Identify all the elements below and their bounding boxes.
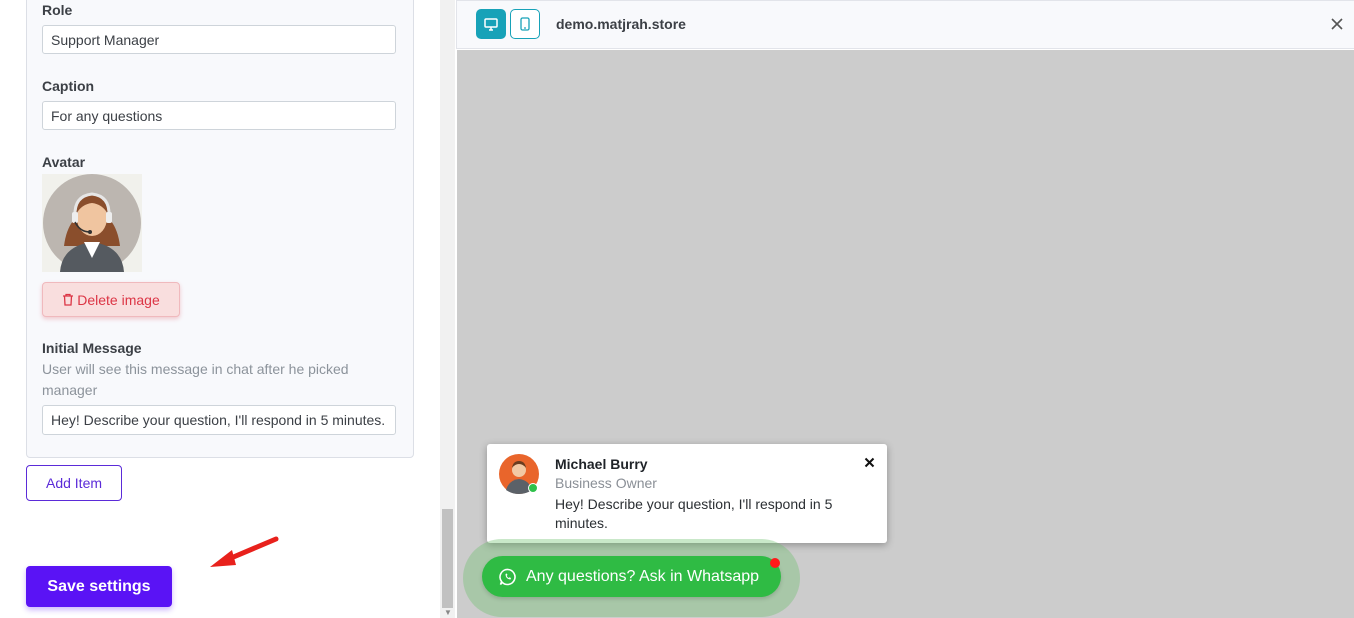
scrollbar-thumb[interactable] <box>442 509 453 608</box>
caption-input[interactable] <box>42 101 396 130</box>
preview-domain: demo.matjrah.store <box>556 16 686 32</box>
close-icon <box>1330 18 1344 35</box>
save-settings-button[interactable]: Save settings <box>26 566 172 607</box>
role-input[interactable] <box>42 25 396 54</box>
notification-badge <box>770 558 780 568</box>
initial-message-label: Initial Message <box>42 340 142 356</box>
role-label: Role <box>42 2 73 18</box>
scroll-down-arrow-icon[interactable]: ▼ <box>444 608 452 617</box>
initial-message-help: User will see this message in chat after… <box>42 361 349 398</box>
avatar-label: Avatar <box>42 154 86 170</box>
trash-icon <box>62 293 74 306</box>
avatar-image <box>42 174 142 272</box>
initial-message-input[interactable] <box>42 405 396 435</box>
settings-panel: Role Caption Avatar Delete image Initial… <box>0 0 440 618</box>
caption-label: Caption <box>42 78 95 94</box>
whatsapp-icon <box>499 568 517 586</box>
agent-role: Business Owner <box>555 475 657 491</box>
close-icon <box>864 455 875 472</box>
whatsapp-button-label: Any questions? Ask in Whatsapp <box>526 567 760 585</box>
desktop-view-button[interactable] <box>476 9 506 39</box>
agent-name: Michael Burry <box>555 456 648 472</box>
agent-message: Hey! Describe your question, I'll respon… <box>555 496 833 531</box>
delete-image-button[interactable]: Delete image <box>42 282 180 317</box>
delete-image-label: Delete image <box>77 291 160 308</box>
close-preview-button[interactable] <box>1330 17 1344 36</box>
popup-close-button[interactable] <box>864 455 875 473</box>
mobile-view-button[interactable] <box>510 9 540 39</box>
add-item-button[interactable]: Add Item <box>26 465 122 501</box>
mobile-icon <box>520 17 530 31</box>
online-status-dot <box>528 483 538 493</box>
red-arrow-annotation <box>210 536 279 567</box>
whatsapp-button[interactable]: Any questions? Ask in Whatsapp <box>482 556 781 597</box>
desktop-icon <box>484 17 498 31</box>
